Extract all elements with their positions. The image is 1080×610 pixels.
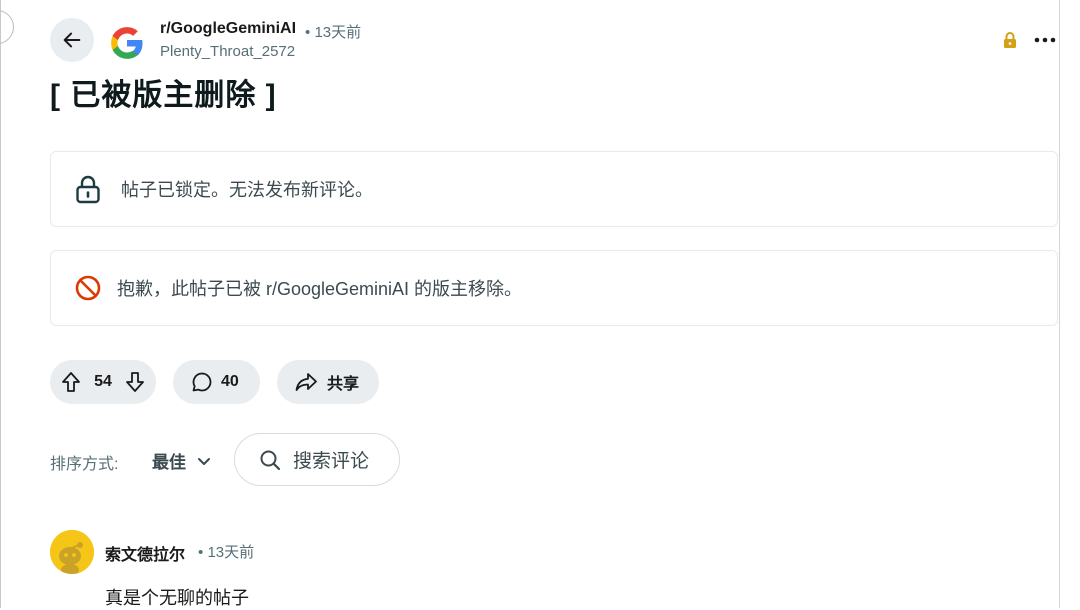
locked-notice-text: 帖子已锁定。无法发布新评论。 bbox=[121, 180, 373, 200]
subreddit-logo-icon[interactable] bbox=[108, 24, 146, 62]
removed-notice: 抱歉，此帖子已被 r/GoogleGeminiAI 的版主移除。 bbox=[50, 250, 1058, 326]
window-edge-decoration bbox=[0, 10, 14, 44]
arrow-up-icon bbox=[62, 372, 80, 392]
separator-dot: • bbox=[305, 24, 311, 41]
vote-count: 54 bbox=[94, 373, 112, 390]
commenter-avatar[interactable] bbox=[50, 530, 94, 574]
post-time: • 13天前 bbox=[305, 21, 361, 42]
lock-outline-icon bbox=[76, 175, 100, 204]
comments-button[interactable]: 40 bbox=[173, 360, 260, 404]
search-placeholder: 搜索评论 bbox=[293, 451, 370, 472]
share-icon bbox=[295, 373, 317, 391]
subreddit-name[interactable]: r/GoogleGeminiAI bbox=[160, 20, 296, 38]
content-edge-right bbox=[1059, 0, 1060, 608]
more-options-button[interactable] bbox=[1030, 26, 1060, 54]
post-time-text: 13天前 bbox=[314, 24, 362, 41]
arrow-down-icon bbox=[126, 372, 144, 392]
upvote-button[interactable] bbox=[60, 371, 82, 393]
removed-notice-text: 抱歉，此帖子已被 r/GoogleGeminiAI 的版主移除。 bbox=[117, 279, 523, 299]
arrow-left-icon bbox=[63, 32, 81, 48]
vote-control: 54 bbox=[50, 360, 156, 404]
comment-count: 40 bbox=[221, 373, 239, 390]
locked-notice: 帖子已锁定。无法发布新评论。 bbox=[50, 151, 1058, 227]
comment-search-input[interactable]: 搜索评论 bbox=[234, 433, 400, 486]
lock-icon bbox=[1004, 32, 1016, 48]
window-edge-left bbox=[0, 0, 1, 608]
prohibited-icon bbox=[75, 275, 101, 301]
sort-value: 最佳 bbox=[152, 453, 186, 472]
sort-label: 排序方式: bbox=[50, 456, 119, 473]
comment-author[interactable]: 索文德拉尔 bbox=[105, 541, 185, 565]
comment-bubble-icon bbox=[192, 372, 212, 392]
comment-body: 真是个无聊的帖子 bbox=[105, 588, 249, 608]
post-author[interactable]: Plenty_Throat_2572 bbox=[160, 43, 295, 60]
share-button[interactable]: 共享 bbox=[277, 360, 379, 404]
post-title: [ 已被版主删除 ] bbox=[50, 79, 277, 112]
downvote-button[interactable] bbox=[124, 371, 146, 393]
chevron-down-icon bbox=[196, 453, 212, 469]
search-icon bbox=[260, 450, 281, 470]
comment-time-text: 13天前 bbox=[207, 544, 255, 561]
ellipsis-icon bbox=[1034, 37, 1056, 43]
snoo-avatar-icon bbox=[50, 530, 94, 574]
share-label: 共享 bbox=[327, 376, 360, 393]
separator-dot: • bbox=[198, 544, 204, 561]
notice-icon-wrapper bbox=[73, 174, 103, 204]
back-button[interactable] bbox=[50, 18, 94, 62]
comment-time: • 13天前 bbox=[198, 541, 254, 562]
notice-icon-wrapper bbox=[73, 273, 103, 303]
sort-dropdown[interactable]: 最佳 bbox=[152, 448, 212, 473]
